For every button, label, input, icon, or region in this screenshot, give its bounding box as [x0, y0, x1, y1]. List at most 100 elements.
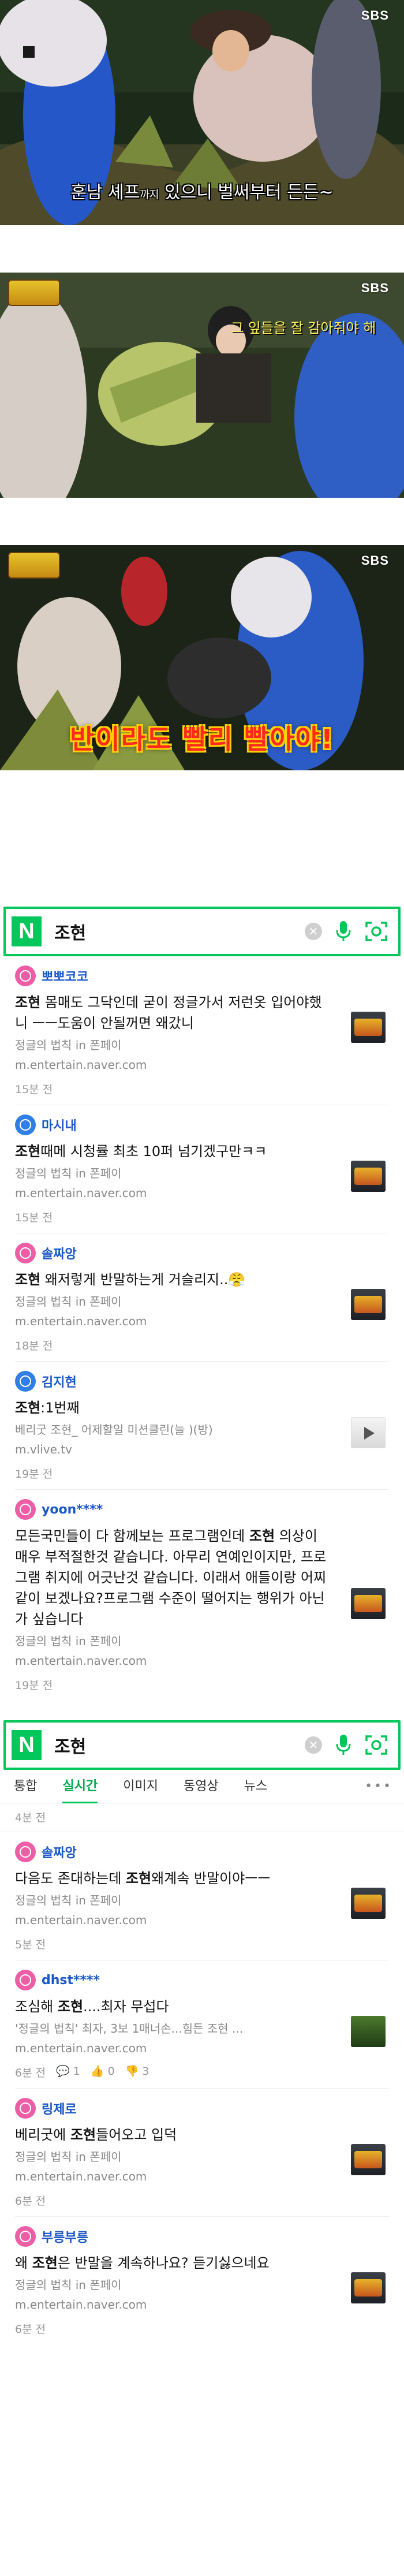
source-title[interactable]: 정글의 법칙 in 폰페이	[15, 1633, 389, 1649]
dislike-icon[interactable]: 👎 3	[125, 2064, 149, 2080]
tab-video[interactable]: 동영상	[184, 1770, 219, 1803]
keyword-highlight: 조현	[57, 1999, 84, 2015]
author-row: 마시내	[15, 1112, 389, 1138]
keyword-highlight: 조현	[125, 1870, 152, 1887]
timestamp: 15분 전	[15, 1211, 53, 1224]
like-icon[interactable]: 👍 0	[91, 2064, 115, 2080]
naver-logo[interactable]: N	[12, 916, 42, 946]
post-text[interactable]: 왜 조현은 반말을 계속하나요? 듣기싫으네요	[15, 2253, 389, 2273]
keyword-highlight: 조현	[32, 2255, 58, 2271]
thumbnail-image[interactable]	[351, 1888, 386, 1919]
list-item[interactable]: yoon**** 모든국민들이 다 함께보는 프로그램인데 조현 의상이 매우 …	[15, 1489, 389, 1701]
source-title[interactable]: 정글의 법칙 in 폰페이	[15, 2149, 389, 2165]
source-title[interactable]: 베리굿 조현_ 어제할일 미션클린(늘 )(방)	[15, 1422, 389, 1438]
show-logo	[8, 552, 60, 579]
author-name[interactable]: 부릉부릉	[42, 2227, 88, 2246]
author-name[interactable]: dhst****	[42, 1973, 100, 1988]
author-name[interactable]: 김지현	[42, 1372, 77, 1390]
thumbnail-image[interactable]	[351, 1012, 386, 1043]
naver-search-panel-2: N 조현 ✕ 통합 실시간 이미지 동영상 뉴스 ••• 4분 전 솔짜앙 다음…	[0, 1720, 404, 2344]
timestamp: 19분 전	[15, 1679, 53, 1692]
tab-realtime[interactable]: 실시간	[62, 1770, 98, 1803]
spacer	[0, 225, 404, 273]
avatar[interactable]	[15, 1114, 36, 1135]
author-row: 솔짜앙	[15, 1839, 389, 1865]
author-name[interactable]: 솔짜앙	[42, 1244, 77, 1262]
author-name[interactable]: 마시내	[42, 1116, 77, 1134]
tab-image[interactable]: 이미지	[123, 1770, 158, 1803]
thumbnail-image[interactable]	[351, 1588, 386, 1619]
author-row: 솔짜앙	[15, 1240, 389, 1266]
sbs-watermark: SBS	[361, 8, 389, 23]
search-bar: N 조현 ✕	[3, 907, 401, 956]
avatar[interactable]	[15, 1243, 36, 1263]
reply-icon[interactable]: 💬 1	[56, 2064, 80, 2080]
source-title[interactable]: '정글의 법칙' 최자, 3보 1매너손...힘든 조현 ...	[15, 2020, 389, 2037]
tab-news[interactable]: 뉴스	[244, 1770, 267, 1803]
avatar[interactable]	[15, 1499, 36, 1520]
source-title[interactable]: 정글의 법칙 in 폰페이	[15, 1037, 389, 1053]
post-text[interactable]: 조현:1번째	[15, 1397, 389, 1418]
face-glyph	[20, 1119, 31, 1131]
sbs-watermark: SBS	[361, 281, 389, 295]
author-name[interactable]: 솔짜앙	[42, 1843, 77, 1861]
list-item[interactable]: 솔짜앙 다음도 존대하는데 조현왜계속 반말이야ㅡㅡ 정글의 법칙 in 폰페이…	[15, 1832, 389, 1960]
avatar[interactable]	[15, 1371, 36, 1392]
list-item[interactable]: dhst**** 조심해 조현....최자 무섭다 '정글의 법칙' 최자, 3…	[15, 1960, 389, 2088]
author-name[interactable]: 뽀뽀코코	[42, 967, 88, 985]
thumbnail-image[interactable]	[351, 2144, 386, 2175]
list-item[interactable]: 부릉부릉 왜 조현은 반말을 계속하나요? 듣기싫으네요 정글의 법칙 in 폰…	[15, 2216, 389, 2344]
avatar[interactable]	[15, 2098, 36, 2119]
post-text[interactable]: 베리굿에 조현들어오고 입덕	[15, 2124, 389, 2145]
thumbnail-image[interactable]	[351, 1161, 386, 1192]
thumbnail-image[interactable]	[351, 1417, 386, 1448]
thumbnail-image[interactable]	[351, 2272, 386, 2303]
avatar[interactable]	[15, 1841, 36, 1862]
tab-all[interactable]: 통합	[14, 1770, 37, 1803]
thumbnail-image[interactable]	[351, 1289, 386, 1320]
smart-lens-icon[interactable]	[365, 1734, 388, 1756]
avatar[interactable]	[15, 1970, 36, 1990]
source-title[interactable]: 정글의 법칙 in 폰페이	[15, 1892, 389, 1908]
face-glyph	[20, 1504, 31, 1515]
clear-icon[interactable]: ✕	[305, 1736, 322, 1754]
list-item[interactable]: 뽀뽀코코 조현 몸매도 그닥인데 굳이 정글가서 저런옷 입어야했니 ㅡㅡ도움이…	[15, 956, 389, 1105]
mic-icon[interactable]	[335, 1734, 352, 1757]
author-name[interactable]: yoon****	[42, 1503, 103, 1517]
thumbnail-image[interactable]	[351, 2016, 386, 2047]
author-row: 링제로	[15, 2096, 389, 2121]
search-input[interactable]: 조현	[54, 1732, 305, 1758]
source-title[interactable]: 정글의 법칙 in 폰페이	[15, 1293, 389, 1310]
post-text[interactable]: 조현 왜저렇게 반말하는게 거슬리지..😤	[15, 1269, 389, 1290]
naver-logo[interactable]: N	[12, 1730, 42, 1760]
post-text[interactable]: 모든국민들이 다 함께보는 프로그램인데 조현 의상이 매우 부적절한것 같습니…	[15, 1526, 389, 1630]
post-text[interactable]: 다음도 존대하는데 조현왜계속 반말이야ㅡㅡ	[15, 1868, 389, 1889]
face-glyph	[20, 2102, 31, 2114]
list-item[interactable]: 김지현 조현:1번째 베리굿 조현_ 어제할일 미션클린(늘 )(방) m.vl…	[15, 1361, 389, 1489]
list-item[interactable]: 마시내 조현때메 시청률 최초 10퍼 넘기겠구만ㅋㅋ 정글의 법칙 in 폰페…	[15, 1105, 389, 1233]
list-item[interactable]: 솔짜앙 조현 왜저렇게 반말하는게 거슬리지..😤 정글의 법칙 in 폰페이 …	[15, 1233, 389, 1361]
post-text[interactable]: 조현때메 시청률 최초 10퍼 넘기겠구만ㅋㅋ	[15, 1141, 389, 1162]
avatar[interactable]	[15, 2226, 36, 2247]
avatar[interactable]	[15, 965, 36, 986]
face-glyph	[20, 1846, 31, 1858]
video-frame-1: SBS 훈남 셰프까지 있으니 벌써부터 든든~	[0, 0, 404, 225]
spacer	[0, 498, 404, 545]
source-title[interactable]: 정글의 법칙 in 폰페이	[15, 2277, 389, 2293]
source-title[interactable]: 정글의 법칙 in 폰페이	[15, 1165, 389, 1181]
face-glyph	[20, 1375, 31, 1387]
author-name[interactable]: 링제로	[42, 2099, 77, 2118]
keyword-highlight: 조현	[15, 1143, 41, 1160]
mic-icon[interactable]	[335, 920, 352, 943]
post-text[interactable]: 조심해 조현....최자 무섭다	[15, 1996, 389, 2017]
more-tabs-icon[interactable]: •••	[365, 1779, 392, 1794]
text-body: ....최자 무섭다	[83, 1999, 169, 2015]
subtitle-caption: 훈남 셰프까지 있으니 벌써부터 든든~	[0, 178, 404, 203]
timestamp: 18분 전	[15, 1340, 53, 1352]
list-item[interactable]: 링제로 베리굿에 조현들어오고 입덕 정글의 법칙 in 폰페이 m.enter…	[15, 2088, 389, 2216]
smart-lens-icon[interactable]	[365, 920, 388, 942]
clear-icon[interactable]: ✕	[305, 923, 322, 940]
post-text[interactable]: 조현 몸매도 그닥인데 굳이 정글가서 저런옷 입어야했니 ㅡㅡ도움이 안될꺼면…	[15, 992, 389, 1034]
search-input[interactable]: 조현	[54, 919, 305, 944]
